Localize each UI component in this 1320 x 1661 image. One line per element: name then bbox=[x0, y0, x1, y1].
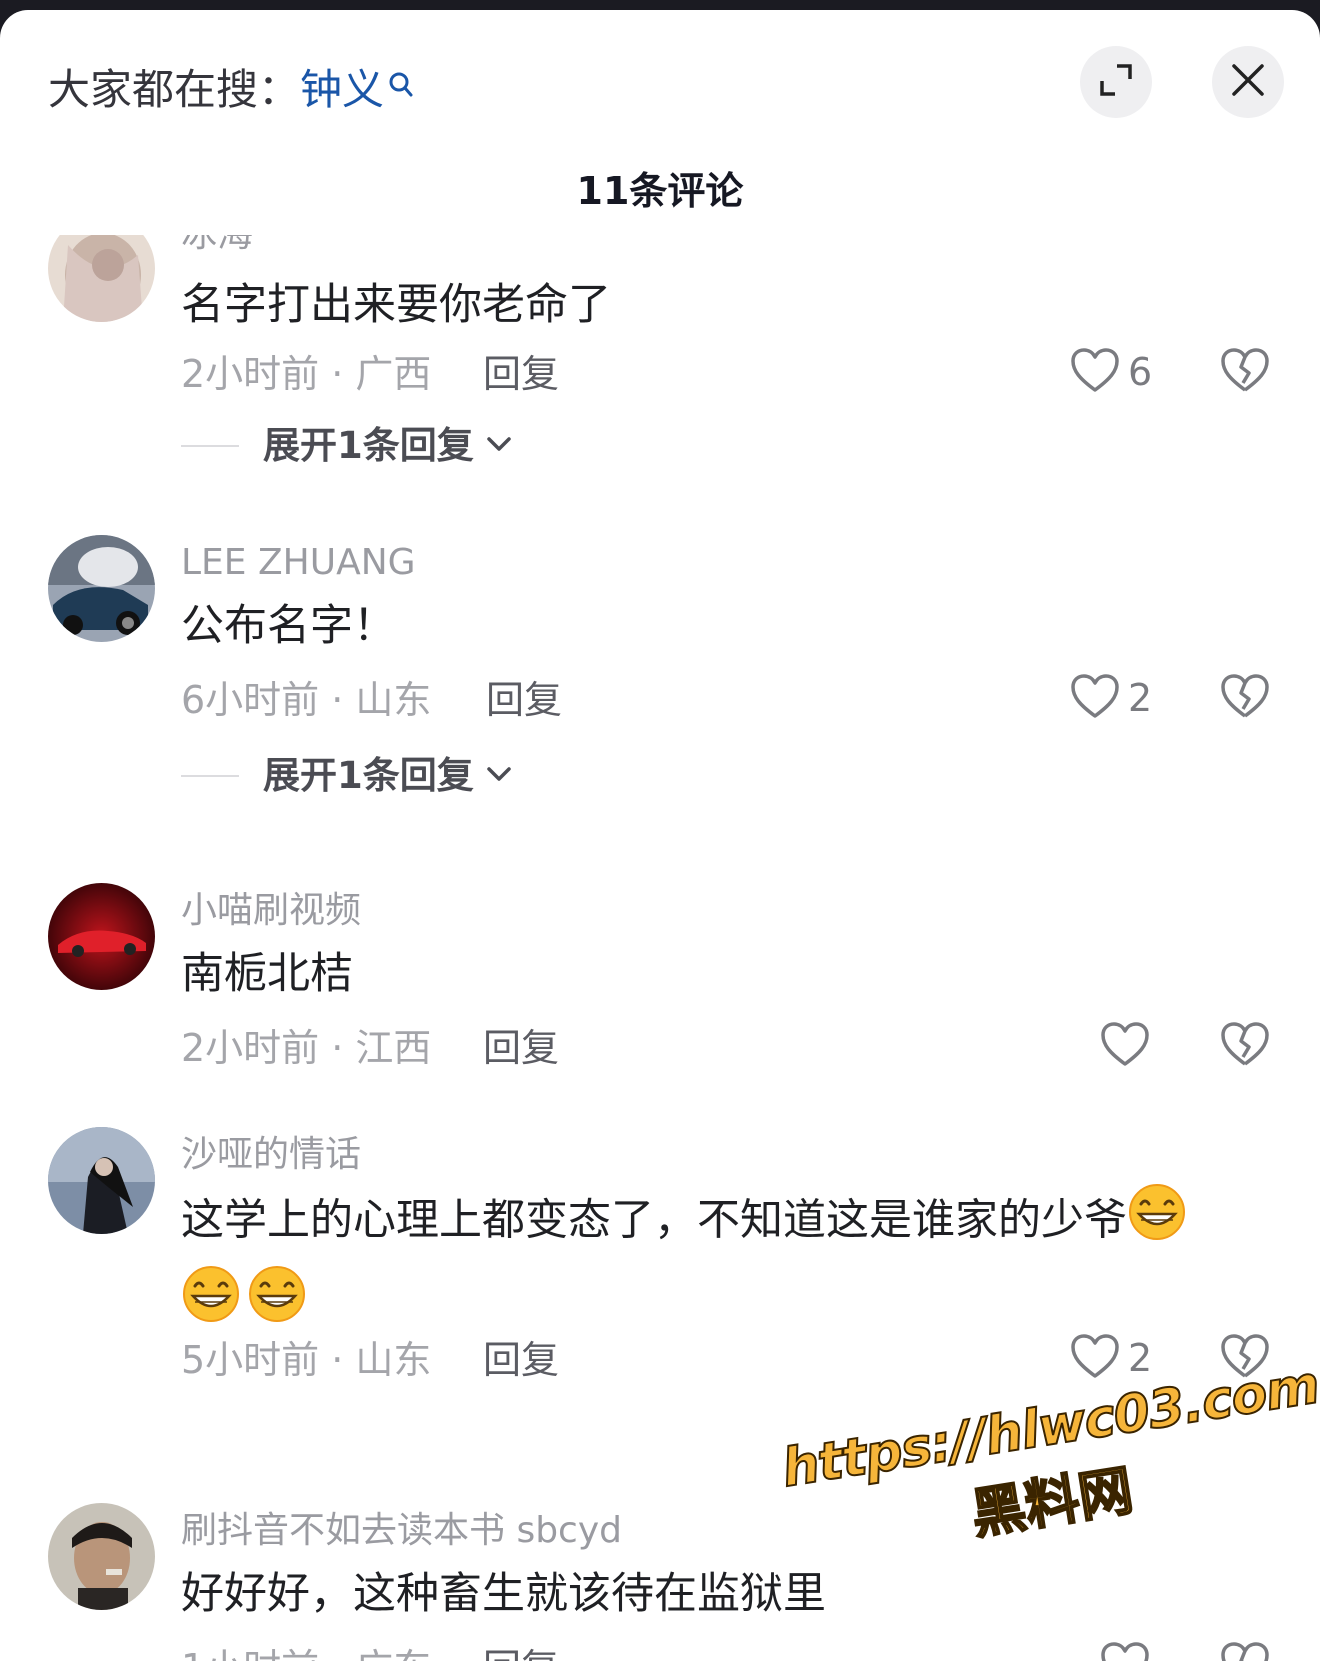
chevron-down-icon bbox=[486, 436, 512, 456]
expand-replies-button[interactable]: 展开1条回复 bbox=[181, 427, 512, 464]
comment-text: 南栀北桔 bbox=[181, 949, 353, 999]
expand-replies-label: 展开1条回复 bbox=[263, 424, 474, 467]
like-count: 2 bbox=[1128, 676, 1153, 720]
comment-time-location: 1小时前 · 广东 bbox=[181, 1649, 431, 1661]
comment-username[interactable]: 刷抖音不如去读本书 sbcyd bbox=[181, 1513, 622, 1549]
grinning-emoji-icon bbox=[247, 1264, 307, 1346]
comment-item: LEE ZHUANG 公布名字！ 6小时前 · 山东 回复 2 展开1条回复 bbox=[0, 535, 1320, 835]
comment-time-location: 6小时前 · 山东 bbox=[181, 678, 432, 722]
avatar[interactable] bbox=[48, 1127, 155, 1234]
reply-button[interactable]: 回复 bbox=[483, 355, 559, 393]
comment-text: 公布名字！ bbox=[181, 601, 396, 651]
like-button[interactable]: 2 bbox=[1070, 1333, 1152, 1383]
expand-replies-label: 展开1条回复 bbox=[263, 754, 474, 797]
comment-username[interactable]: LEE ZHUANG bbox=[181, 545, 416, 581]
heart-icon bbox=[1100, 1021, 1150, 1071]
chevron-down-icon bbox=[486, 766, 512, 786]
expand-replies-button[interactable]: 展开1条回复 bbox=[181, 757, 512, 794]
like-button[interactable]: 2 bbox=[1070, 673, 1152, 723]
comment-time-location: 5小时前 · 山东 bbox=[181, 1338, 432, 1382]
comment-item: 小喵刷视频 南栀北桔 2小时前 · 江西 回复 bbox=[0, 883, 1320, 1113]
heart-icon bbox=[1100, 1641, 1150, 1661]
dislike-button[interactable] bbox=[1220, 1641, 1270, 1661]
heart-icon bbox=[1070, 1333, 1120, 1383]
hot-search-keyword[interactable]: 钟义 bbox=[300, 65, 384, 114]
like-button[interactable] bbox=[1100, 1021, 1150, 1071]
comment-username[interactable]: 沙哑的情话 bbox=[181, 1137, 361, 1173]
comment-time-location: 2小时前 · 江西 bbox=[181, 1026, 432, 1070]
dislike-button[interactable] bbox=[1220, 673, 1270, 723]
reply-button[interactable]: 回复 bbox=[483, 1649, 559, 1661]
divider-line bbox=[181, 774, 239, 777]
avatar[interactable] bbox=[48, 883, 155, 990]
avatar[interactable] bbox=[48, 1503, 155, 1610]
broken-heart-icon bbox=[1220, 348, 1270, 397]
like-button[interactable]: 6 bbox=[1070, 347, 1152, 397]
comment-count-title: 11条评论 bbox=[576, 169, 744, 213]
reply-button[interactable]: 回复 bbox=[483, 1341, 559, 1379]
comment-username[interactable]: 冰海 bbox=[181, 235, 253, 253]
reply-button[interactable]: 回复 bbox=[486, 681, 562, 719]
hot-search-prefix: 大家都在搜： bbox=[48, 65, 301, 114]
grinning-emoji-icon bbox=[181, 1264, 241, 1346]
dislike-button[interactable] bbox=[1220, 1021, 1270, 1071]
expand-button[interactable] bbox=[1080, 46, 1152, 118]
comment-text: 这学上的心理上都变态了，不知道这是谁家的少爷 bbox=[181, 1182, 1211, 1346]
avatar[interactable] bbox=[48, 235, 155, 322]
heart-icon bbox=[1070, 673, 1120, 723]
search-icon[interactable] bbox=[388, 62, 414, 111]
hot-search-bar[interactable]: 大家都在搜：钟义 bbox=[48, 56, 414, 117]
avatar[interactable] bbox=[48, 535, 155, 642]
comment-text: 名字打出来要你老命了 bbox=[181, 280, 611, 330]
comment-username[interactable]: 小喵刷视频 bbox=[181, 893, 361, 929]
comment-text-content: 这学上的心理上都变态了，不知道这是谁家的少爷 bbox=[181, 1195, 1127, 1246]
comment-sheet: 大家都在搜：钟义 11条评论 冰海 名字打出来要你老命了 2小时前 · 广西 回… bbox=[0, 10, 1320, 1661]
like-count: 6 bbox=[1128, 350, 1153, 394]
close-button[interactable] bbox=[1212, 46, 1284, 118]
reply-button[interactable]: 回复 bbox=[483, 1029, 559, 1067]
grinning-emoji-icon bbox=[1127, 1182, 1187, 1264]
close-icon bbox=[1231, 63, 1265, 101]
expand-icon bbox=[1097, 61, 1135, 103]
divider-line bbox=[181, 444, 239, 447]
comment-item: 冰海 名字打出来要你老命了 2小时前 · 广西 回复 6 展开1条回复 bbox=[0, 235, 1320, 525]
dislike-button[interactable] bbox=[1220, 347, 1270, 397]
broken-heart-icon bbox=[1220, 1022, 1270, 1071]
like-count: 2 bbox=[1128, 1336, 1153, 1380]
comment-time-location: 2小时前 · 广西 bbox=[181, 352, 432, 396]
broken-heart-icon bbox=[1220, 674, 1270, 723]
comment-item: 沙哑的情话 这学上的心理上都变态了，不知道这是谁家的少爷 5小时前 · 山东 回… bbox=[0, 1127, 1320, 1427]
like-button[interactable] bbox=[1100, 1641, 1150, 1661]
heart-icon bbox=[1070, 347, 1120, 397]
